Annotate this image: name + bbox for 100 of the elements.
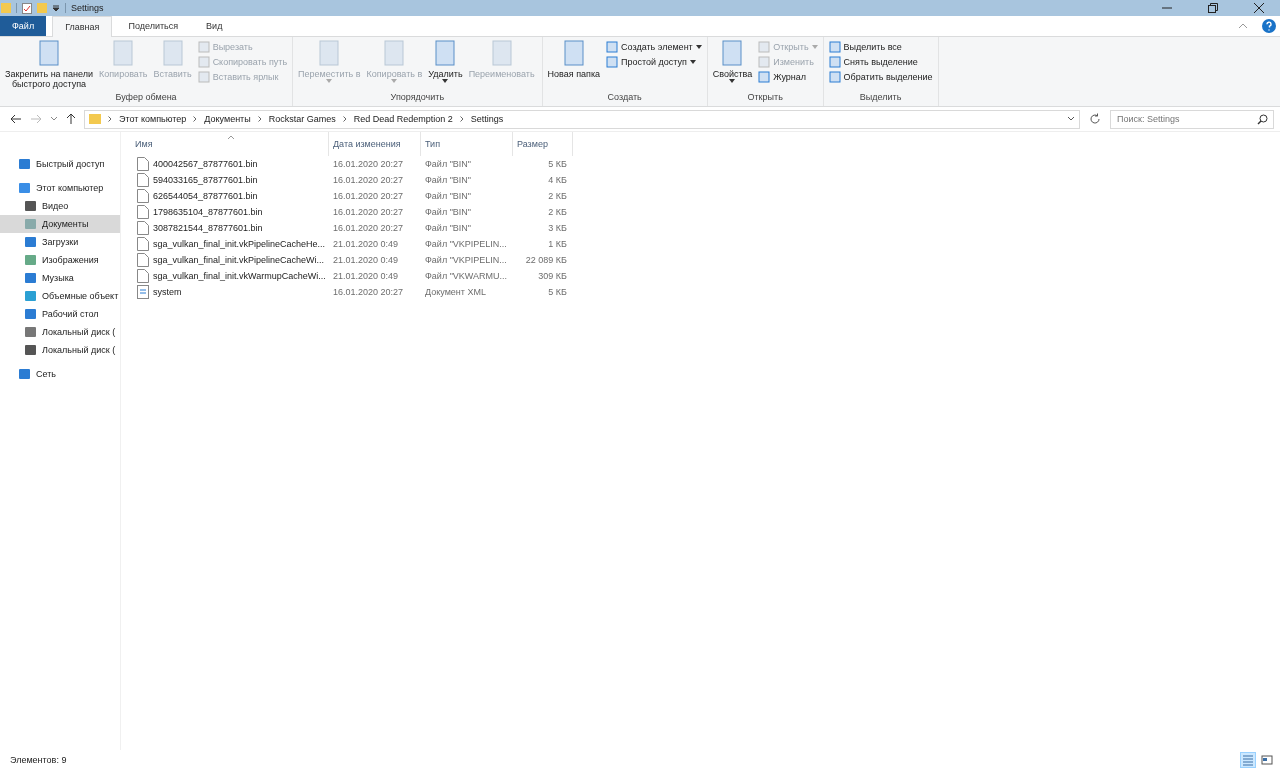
ribbon-button[interactable]: Журнал <box>756 70 820 84</box>
restore-icon[interactable] <box>1208 3 1218 13</box>
file-icon <box>137 157 149 171</box>
address-bar[interactable]: Этот компьютер Документы Rockstar Games Red Dead Redemption 2 Settings <box>84 109 1080 129</box>
ribbon-tab[interactable]: Главная <box>52 16 113 37</box>
folder-icon <box>89 113 101 125</box>
chevron-down-icon[interactable] <box>50 116 58 122</box>
square-icon <box>197 41 210 53</box>
dropdown-icon[interactable] <box>52 4 60 12</box>
checkmark-icon[interactable] <box>22 2 32 14</box>
file-name[interactable]: sga_vulkan_final_init.vkPipelineCacheHe... <box>153 239 326 249</box>
caret-icon <box>811 45 818 49</box>
square-icon <box>828 41 841 53</box>
sidebar-item[interactable]: Быстрый доступ <box>0 155 120 173</box>
up-arrow-icon[interactable] <box>66 113 76 125</box>
file-icon <box>137 237 149 251</box>
xml-document-icon <box>137 285 149 299</box>
table-cell-text: 16.01.2020 20:27 <box>332 159 405 169</box>
back-arrow-icon[interactable] <box>10 114 22 124</box>
caret-icon <box>695 45 702 49</box>
table-cell-text: 16.01.2020 20:27 <box>332 223 405 233</box>
file-name[interactable]: sga_vulkan_final_init.vkPipelineCacheWi... <box>153 255 325 265</box>
ribbon-button[interactable]: Выделить все <box>826 40 935 54</box>
breadcrumb-item[interactable]: Red Dead Redemption 2 <box>353 114 453 124</box>
large-icons-view-icon[interactable] <box>1260 752 1274 767</box>
breadcrumb-item[interactable]: Settings <box>470 114 504 124</box>
caret-icon <box>326 79 333 84</box>
file-name[interactable]: 400042567_87877601.bin <box>153 159 258 169</box>
table-cell-text: 2 КБ <box>547 207 568 217</box>
sidebar-item[interactable]: Объемные объект <box>0 287 120 305</box>
breadcrumb-item[interactable]: Этот компьютер <box>119 114 187 124</box>
sidebar-item[interactable]: Локальный диск ( <box>0 323 120 341</box>
file-name[interactable]: sga_vulkan_final_init.vkWarmupCacheWi... <box>153 271 326 281</box>
table-cell-text: Файл "VKPIPELIN... <box>424 255 508 265</box>
table-cell-text: 21.01.2020 0:49 <box>332 255 400 265</box>
chevron-right-icon <box>108 116 112 122</box>
help-icon[interactable] <box>1262 19 1276 33</box>
breadcrumb-item[interactable]: Документы <box>204 114 251 124</box>
sort-up-icon[interactable] <box>227 135 235 140</box>
file-icon <box>137 189 149 203</box>
ribbon-group-label: Создать <box>606 92 643 104</box>
table-cell-text: 21.01.2020 0:49 <box>332 239 400 249</box>
file-icon <box>137 173 149 187</box>
table-cell-text: 309 КБ <box>537 271 568 281</box>
sidebar-item[interactable]: Изображения <box>0 251 120 269</box>
sidebar-item[interactable]: Локальный диск ( <box>0 341 120 359</box>
table-cell-text: 22 089 КБ <box>524 255 568 265</box>
column-header[interactable]: Тип <box>421 132 513 156</box>
ribbon-button[interactable]: Обратить выделение <box>826 70 935 84</box>
refresh-icon[interactable] <box>1088 112 1102 126</box>
sidebar-item[interactable]: Рабочий стол <box>0 305 120 323</box>
chevron-right-icon <box>459 116 464 122</box>
column-header[interactable]: Имя <box>131 132 329 156</box>
ribbon-button[interactable]: Свойства <box>710 40 755 92</box>
close-icon[interactable] <box>1254 3 1264 13</box>
file-name[interactable]: 1798635104_87877601.bin <box>153 207 263 217</box>
status-text: Элементов: 9 <box>10 754 67 765</box>
ribbon-group-label: Открыть <box>746 92 784 104</box>
table-cell-text: 16.01.2020 20:27 <box>332 191 405 201</box>
collapse-ribbon-icon[interactable] <box>1238 23 1248 29</box>
ribbon-group-label: Выделить <box>858 92 903 104</box>
file-menu-tab[interactable]: Файл <box>0 16 47 36</box>
sidebar-item[interactable]: Этот компьютер <box>0 179 120 197</box>
chevron-down-icon[interactable] <box>1067 116 1075 122</box>
ribbon-button[interactable]: Новая папка <box>545 40 603 92</box>
search-field[interactable]: Поиск: Settings <box>1110 109 1274 129</box>
table-cell-text: 3 КБ <box>547 223 568 233</box>
file-name[interactable]: 594033165_87877601.bin <box>153 175 258 185</box>
sidebar-item[interactable]: Видео <box>0 197 120 215</box>
ribbon-button[interactable]: Создать элемент <box>604 40 704 54</box>
ribbon-button[interactable]: Закрепить на панели быстрого доступа <box>3 40 95 92</box>
square-icon <box>197 56 210 68</box>
column-header[interactable]: Дата изменения <box>329 132 421 156</box>
table-cell-text: 5 КБ <box>547 287 568 297</box>
search-icon[interactable] <box>1257 113 1268 125</box>
square-icon <box>197 71 210 83</box>
table-cell-text: 21.01.2020 0:49 <box>332 271 400 281</box>
ribbon-button[interactable]: Простой доступ <box>604 55 704 69</box>
file-name[interactable]: 626544054_87877601.bin <box>153 191 258 201</box>
file-name[interactable]: system <box>153 287 182 297</box>
table-cell-text: Файл "BIN" <box>424 207 473 217</box>
sidebar-item[interactable]: Музыка <box>0 269 120 287</box>
file-name[interactable]: 3087821544_87877601.bin <box>153 223 263 233</box>
breadcrumb-item[interactable]: Rockstar Games <box>268 114 336 124</box>
sidebar-item[interactable]: Сеть <box>0 365 120 383</box>
chevron-right-icon <box>342 116 347 122</box>
square-icon <box>606 56 619 68</box>
ribbon-button[interactable]: Удалить <box>426 40 465 92</box>
ribbon-button[interactable]: Снять выделение <box>826 55 935 69</box>
square-icon <box>828 71 841 83</box>
sidebar-item[interactable]: Документы <box>0 215 120 233</box>
chevron-right-icon <box>193 116 198 122</box>
table-cell-text: Файл "BIN" <box>424 191 473 201</box>
square-icon <box>828 56 841 68</box>
chevron-right-icon <box>257 116 262 122</box>
table-cell-text: Файл "VKPIPELIN... <box>424 239 508 249</box>
sidebar-item[interactable]: Загрузки <box>0 233 120 251</box>
file-icon <box>137 221 149 235</box>
column-header[interactable]: Размер <box>513 132 573 156</box>
table-cell-text: 2 КБ <box>547 191 568 201</box>
